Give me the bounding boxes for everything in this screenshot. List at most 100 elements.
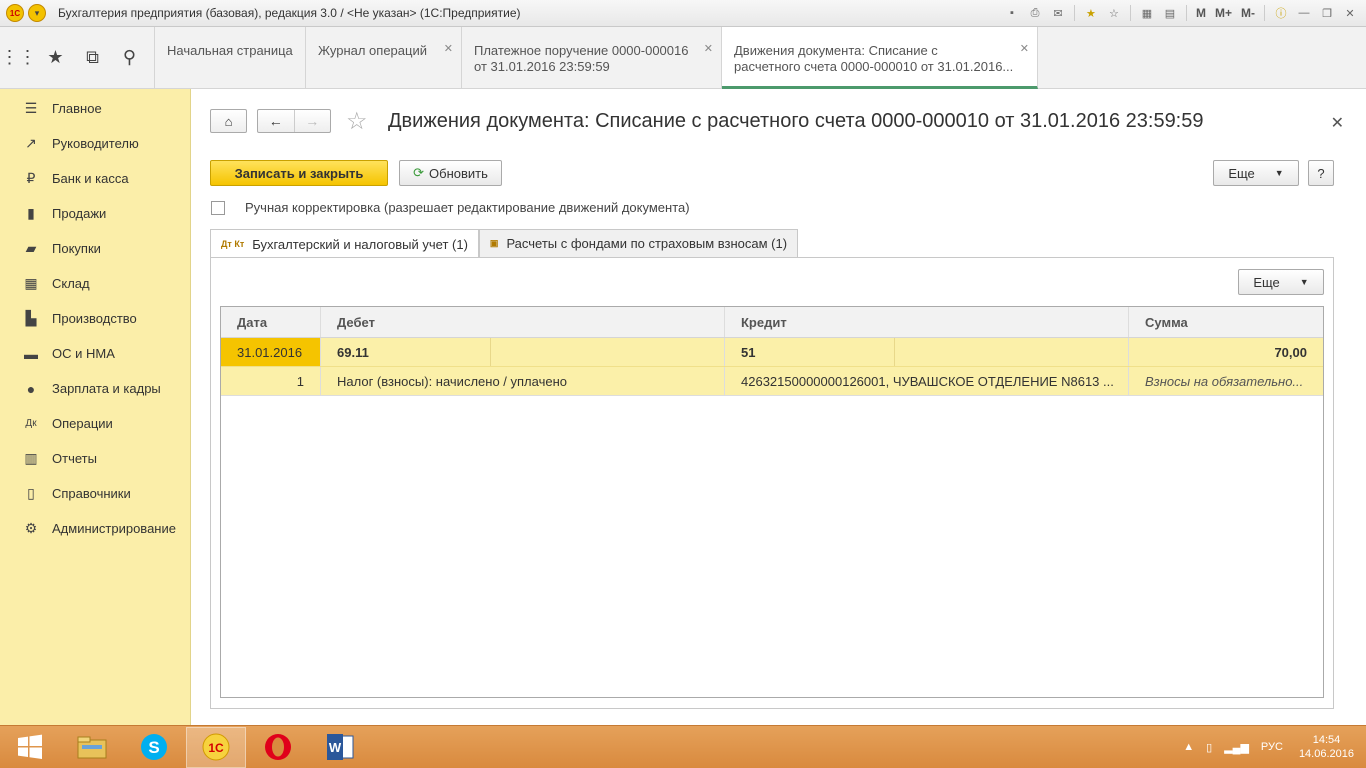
manual-correction-checkbox[interactable]: [211, 200, 225, 215]
favorite-star-icon[interactable]: ☆: [346, 107, 368, 136]
favorites-icon[interactable]: ☆: [1104, 3, 1124, 23]
m-minus-button[interactable]: M-: [1238, 3, 1258, 23]
sidebar-item-warehouse[interactable]: ▦ Склад: [0, 266, 190, 301]
cell-number[interactable]: 1: [221, 367, 321, 395]
sidebar-item-main[interactable]: ☰ Главное: [0, 91, 190, 126]
header-sum[interactable]: Сумма: [1129, 307, 1323, 337]
title-bar: 1С ▾ Бухгалтерия предприятия (базовая), …: [0, 0, 1366, 27]
people-icon: ●: [26, 380, 36, 397]
print-icon[interactable]: ⎙: [1025, 3, 1045, 23]
tab-accounting[interactable]: Дт Кт Бухгалтерский и налоговый учет (1): [210, 229, 479, 258]
warehouse-icon: ▦: [24, 275, 38, 291]
tab-document-movements[interactable]: Движения документа: Списание с расчетног…: [722, 27, 1038, 89]
sidebar-item-assets[interactable]: ▬ ОС и НМА: [0, 336, 190, 371]
close-form-icon[interactable]: ✕: [1331, 113, 1344, 133]
home-button[interactable]: ⌂: [210, 109, 247, 133]
tab-insurance[interactable]: ▣ Расчеты с фондами по страховым взносам…: [478, 229, 799, 257]
skype-icon[interactable]: S: [124, 727, 184, 768]
favorites-star-icon[interactable]: ★: [37, 27, 74, 89]
register-tabs: Дт Кт Бухгалтерский и налоговый учет (1)…: [210, 229, 799, 258]
save-icon[interactable]: ▪: [1002, 3, 1022, 23]
sidebar-item-admin[interactable]: ⚙ Администрирование: [0, 511, 190, 546]
history-icon[interactable]: ⧉: [74, 27, 111, 89]
sections-sidebar: ☰ Главное ↗ Руководителю ₽ Банк и касса ▮ Пр…: [0, 89, 191, 725]
restore-icon[interactable]: ❐: [1317, 3, 1337, 23]
cell-credit[interactable]: 51: [725, 338, 1129, 366]
windows-start-icon[interactable]: [0, 727, 60, 768]
1c-icon[interactable]: 1С: [186, 726, 246, 768]
refresh-button[interactable]: ⟳ Обновить: [399, 160, 502, 186]
manual-correction-label: Ручная корректировка (разрешает редактир…: [245, 200, 690, 215]
caret-down-icon: ▼: [1274, 168, 1284, 178]
apps-grid-icon[interactable]: ⋮⋮: [0, 27, 37, 89]
save-and-close-button[interactable]: Записать и закрыть: [210, 160, 388, 186]
tab-payment-order[interactable]: Платежное поручение 0000-000016 от 31.01…: [462, 27, 722, 89]
header-debit[interactable]: Дебет: [321, 307, 725, 337]
m-plus-button[interactable]: M+: [1212, 3, 1235, 23]
tab-label-line2: от 31.01.2016 23:59:59: [474, 59, 610, 74]
sidebar-item-operations[interactable]: Дк Операции: [0, 406, 190, 441]
chevron-up-icon[interactable]: ▲: [1183, 741, 1194, 753]
table-more-button[interactable]: Еще ▼: [1238, 269, 1324, 295]
svg-text:S: S: [148, 738, 159, 757]
m-button[interactable]: M: [1193, 3, 1209, 23]
file-explorer-icon[interactable]: [62, 727, 122, 768]
favorites-add-icon[interactable]: ★: [1081, 3, 1101, 23]
calculator-icon[interactable]: ▤: [1160, 3, 1180, 23]
forward-arrow-icon[interactable]: →: [293, 110, 331, 132]
cell-debit-subconto[interactable]: Налог (взносы): начислено / уплачено: [321, 367, 725, 395]
cell-debit[interactable]: 69.11: [321, 338, 725, 366]
sidebar-item-salary[interactable]: ● Зарплата и кадры: [0, 371, 190, 406]
battery-icon[interactable]: ▯: [1206, 741, 1212, 754]
cell-sum[interactable]: 70,00: [1129, 338, 1323, 366]
mail-icon[interactable]: ✉: [1048, 3, 1068, 23]
tab-journal[interactable]: Журнал операций ✕: [306, 27, 462, 89]
svg-text:W: W: [329, 740, 342, 755]
tab-label: Журнал операций: [318, 43, 427, 58]
close-tab-icon[interactable]: ✕: [704, 41, 713, 57]
sidebar-item-reports[interactable]: ▥ Отчеты: [0, 441, 190, 476]
word-icon[interactable]: W: [310, 727, 370, 768]
table-row[interactable]: 1 Налог (взносы): начислено / уплачено 4…: [221, 367, 1323, 396]
sidebar-item-bank[interactable]: ₽ Банк и касса: [0, 161, 190, 196]
cell-date[interactable]: 31.01.2016: [221, 338, 321, 366]
sidebar-item-sales[interactable]: ▮ Продажи: [0, 196, 190, 231]
more-button[interactable]: Еще ▼: [1213, 160, 1299, 186]
table-header: Дата Дебет Кредит Сумма: [221, 307, 1323, 338]
sidebar-item-production[interactable]: ▙ Производство: [0, 301, 190, 336]
calendar-icon[interactable]: ▦: [1137, 3, 1157, 23]
opera-icon[interactable]: [248, 727, 308, 768]
form-title: Движения документа: Списание с расчетног…: [388, 110, 1204, 132]
language-indicator[interactable]: РУС: [1261, 741, 1283, 753]
factory-icon: ▙: [25, 310, 37, 326]
close-tab-icon[interactable]: ✕: [1020, 41, 1029, 57]
cell-description[interactable]: Взносы на обязательно...: [1129, 367, 1323, 395]
system-tray: ▲ ▯ ▂▄▆ РУС 14:54 14.06.2016: [1177, 733, 1366, 761]
help-button[interactable]: ?: [1308, 160, 1334, 186]
sidebar-item-purchases[interactable]: ▰ Покупки: [0, 231, 190, 266]
table-row[interactable]: 31.01.2016 69.11 51 70,00: [221, 338, 1323, 367]
1c-logo-icon[interactable]: 1С: [6, 4, 24, 22]
info-icon[interactable]: ⓘ: [1271, 3, 1291, 23]
sidebar-item-catalogs[interactable]: ▯ Справочники: [0, 476, 190, 511]
back-arrow-icon[interactable]: ←: [258, 110, 294, 132]
window-title: Бухгалтерия предприятия (базовая), редак…: [58, 6, 521, 20]
navigation-arrows: ← →: [257, 109, 331, 133]
search-icon[interactable]: ⚲: [111, 27, 148, 89]
bar-chart-icon: ▥: [24, 450, 38, 466]
tab-home[interactable]: Начальная страница: [155, 27, 306, 89]
clock[interactable]: 14:54 14.06.2016: [1299, 733, 1354, 761]
cell-credit-subconto[interactable]: 42632150000000126001, ЧУВАШСКОЕ ОТДЕЛЕНИ…: [725, 367, 1129, 395]
debit-credit-icon: Дк: [25, 418, 37, 429]
tab-label: Движения документа: Списание с: [734, 43, 938, 58]
signal-icon[interactable]: ▂▄▆: [1224, 741, 1249, 754]
close-tab-icon[interactable]: ✕: [444, 41, 453, 57]
header-credit[interactable]: Кредит: [725, 307, 1129, 337]
header-date[interactable]: Дата: [221, 307, 321, 337]
sidebar-item-manager[interactable]: ↗ Руководителю: [0, 126, 190, 161]
main-menu-button[interactable]: ▾: [28, 4, 46, 22]
trend-icon: ↗: [25, 135, 37, 151]
close-icon[interactable]: ✕: [1340, 3, 1360, 23]
ruble-icon: ₽: [26, 170, 36, 186]
minimize-icon[interactable]: —: [1294, 3, 1314, 23]
